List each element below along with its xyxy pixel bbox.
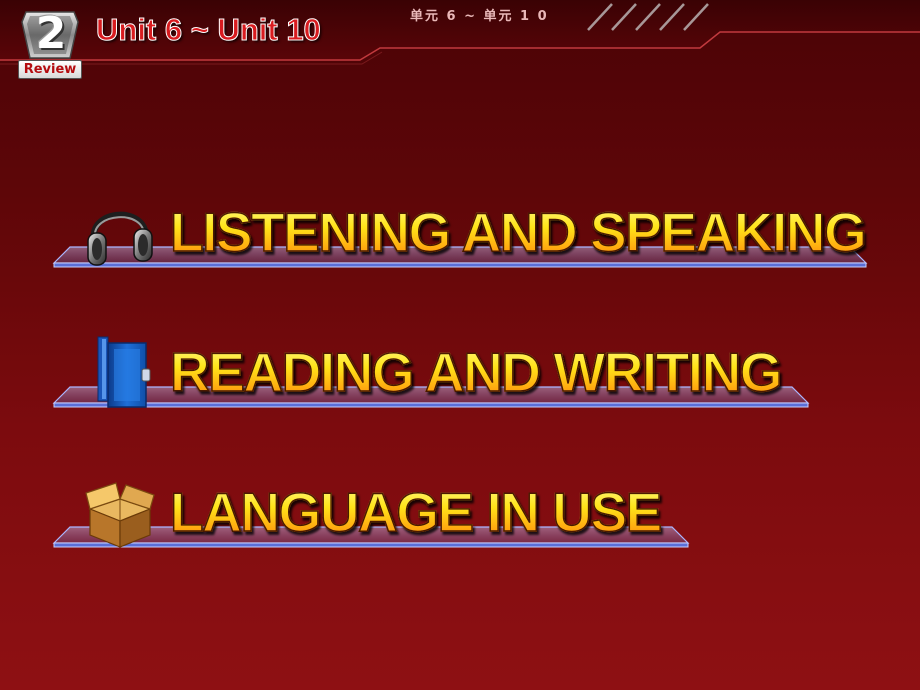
book-icon <box>97 336 151 408</box>
menu-item-listening-speaking[interactable]: LISTENING AND SPEAKING <box>0 195 920 285</box>
menu-item-label: READING AND WRITING <box>169 340 783 404</box>
menu-item-label: LISTENING AND SPEAKING <box>169 200 867 264</box>
menu-item-language-in-use[interactable]: LANGUAGE IN USE <box>0 475 920 565</box>
menu-item-reading-writing[interactable]: READING AND WRITING <box>0 335 920 425</box>
badge-label: Review <box>18 60 82 79</box>
review-badge: 2 Review <box>16 8 84 79</box>
menu-item-label: LANGUAGE IN USE <box>169 480 663 544</box>
box-icon <box>85 482 155 548</box>
header-bar: 2 Review Unit 6 ~ Unit 10 单元 6 ~ 单元 1 0 <box>0 0 920 80</box>
headphones-icon <box>87 211 153 266</box>
badge-number: 2 <box>35 8 67 59</box>
unit-range-title: Unit 6 ~ Unit 10 <box>96 12 322 48</box>
unit-range-subtitle: 单元 6 ~ 单元 1 0 <box>410 9 549 24</box>
